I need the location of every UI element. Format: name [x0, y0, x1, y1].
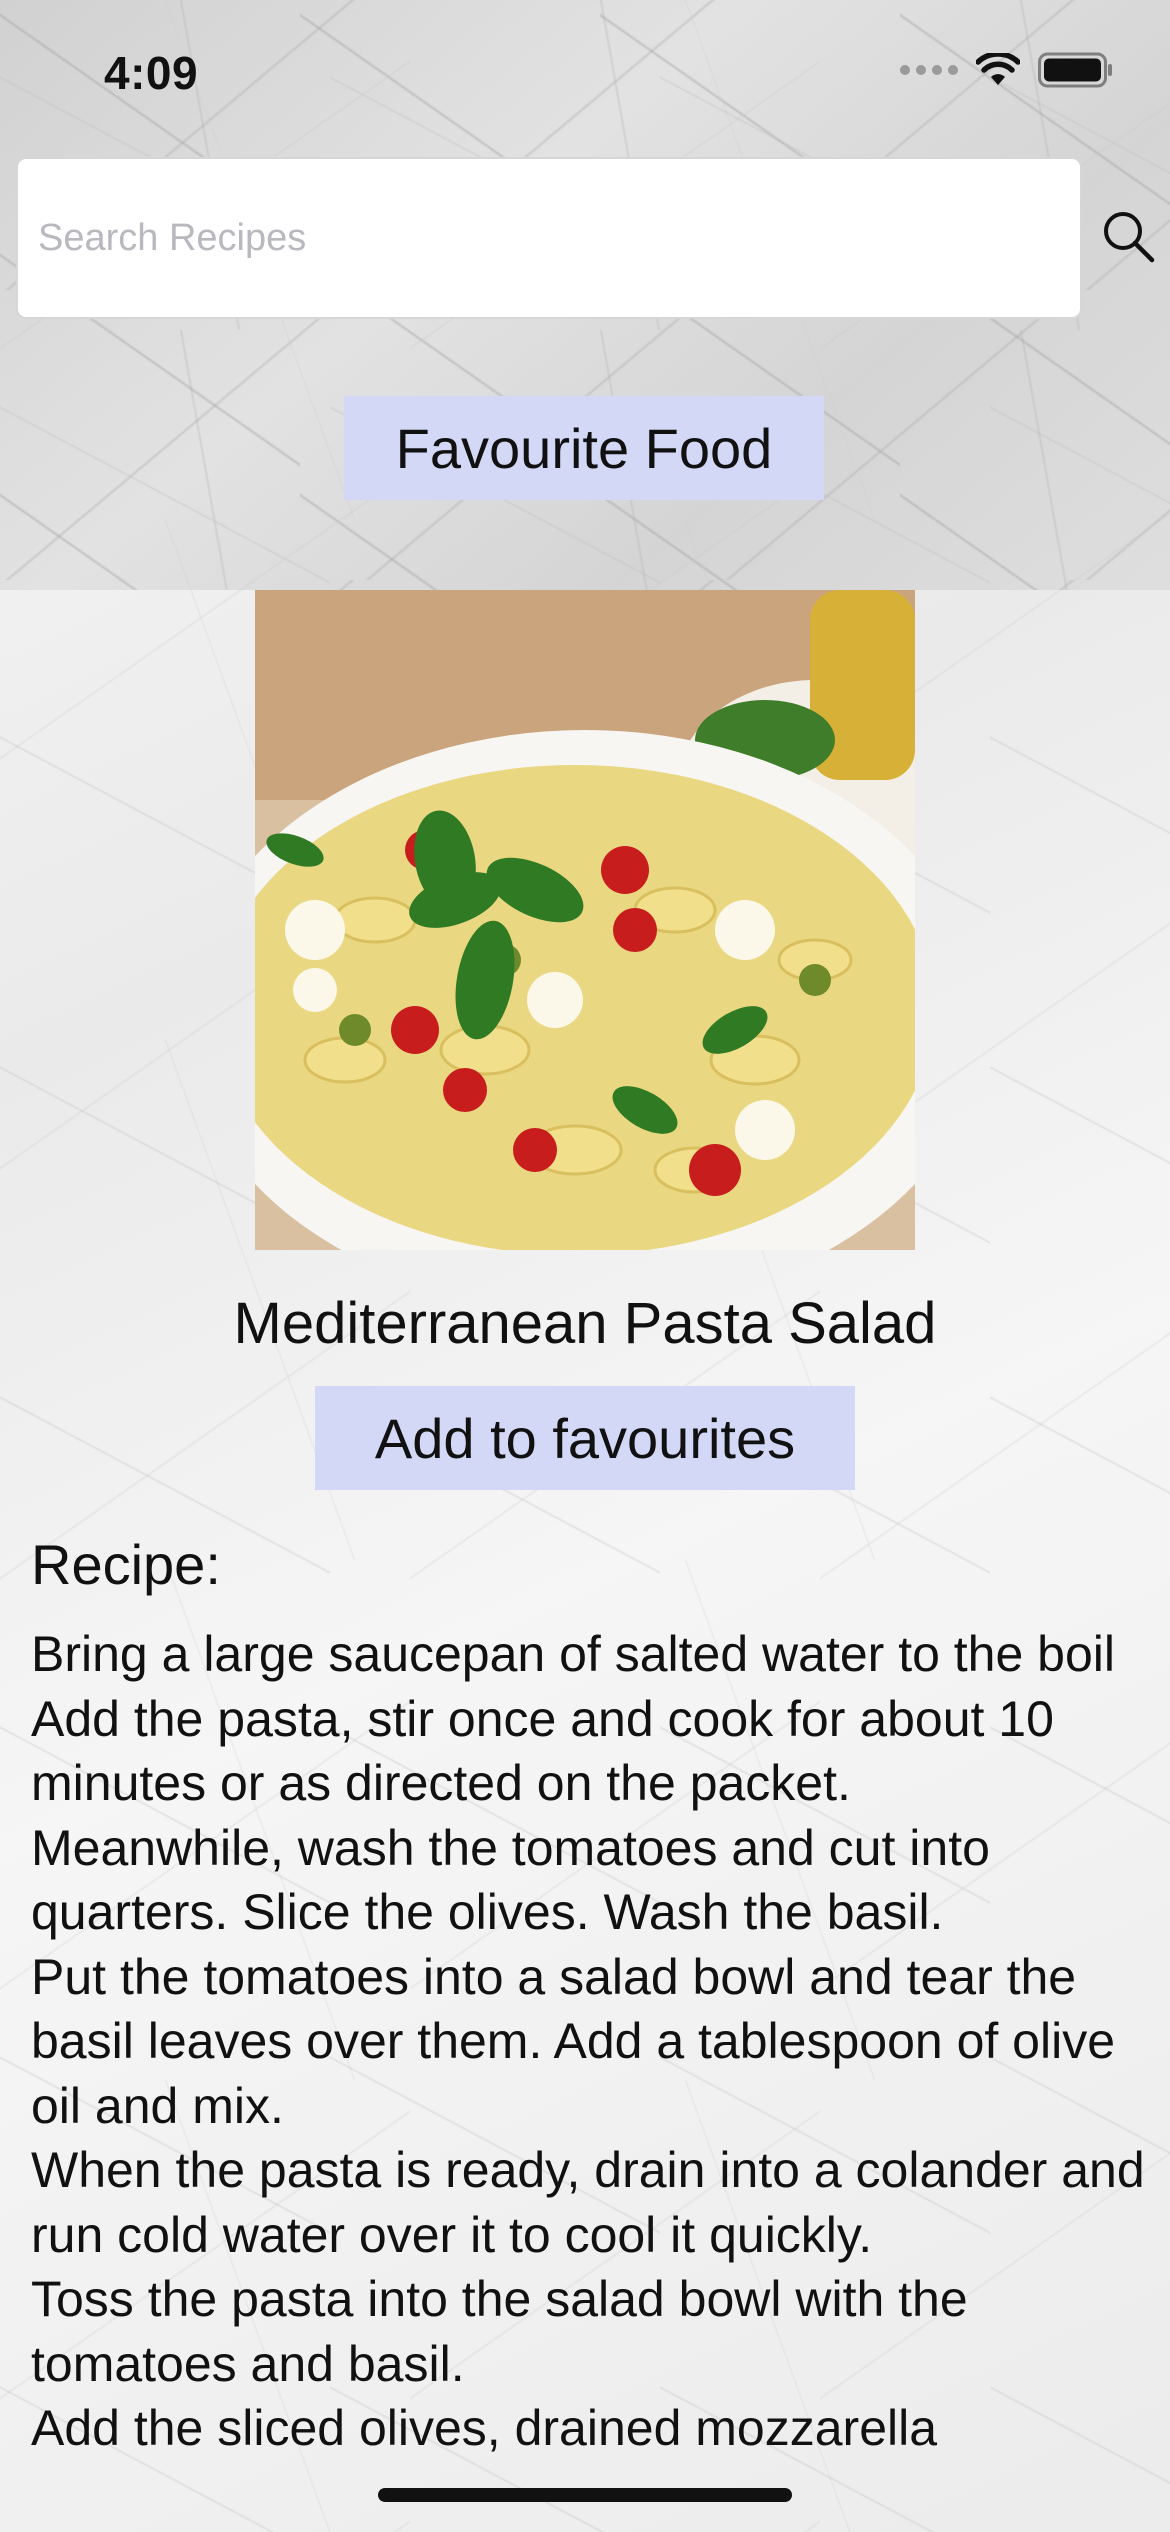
- status-bar: 4:09: [0, 0, 1170, 140]
- search-input[interactable]: [16, 157, 1082, 319]
- recipe-step: Put the tomatoes into a salad bowl and t…: [31, 1948, 1116, 2134]
- home-indicator[interactable]: [378, 2488, 792, 2502]
- status-time: 4:09: [104, 47, 199, 99]
- favourite-food-button[interactable]: Favourite Food: [344, 396, 824, 500]
- recipe-step: Add the sliced olives, drained mozzarell…: [31, 2400, 938, 2456]
- recipe-step: Bring a large saucepan of salted water t…: [31, 1626, 1116, 1682]
- pasta-salad-photo: [255, 590, 915, 1250]
- wifi-icon: [976, 53, 1020, 85]
- add-to-favourites-button[interactable]: Add to favourites: [315, 1386, 855, 1490]
- status-icons: [900, 52, 1114, 88]
- recipe-heading: Recipe:: [31, 1533, 221, 1596]
- recipe-step: Add the pasta, stir once and cook for ab…: [31, 1690, 1054, 1812]
- battery-icon: [1038, 52, 1112, 88]
- recipe-step: Toss the pasta into the salad bowl with …: [31, 2271, 968, 2392]
- dish-title: Mediterranean Pasta Salad: [233, 1291, 937, 1356]
- recipe-step: When the pasta is ready, drain into a co…: [31, 2142, 1145, 2263]
- recipe-step: Meanwhile, wash the tomatoes and cut int…: [31, 1819, 990, 1941]
- cellular-signal-icon: [900, 65, 958, 75]
- magnifier-icon[interactable]: [1100, 208, 1156, 264]
- recipe-steps: Bring a large saucepan of salted water t…: [31, 1622, 1151, 2461]
